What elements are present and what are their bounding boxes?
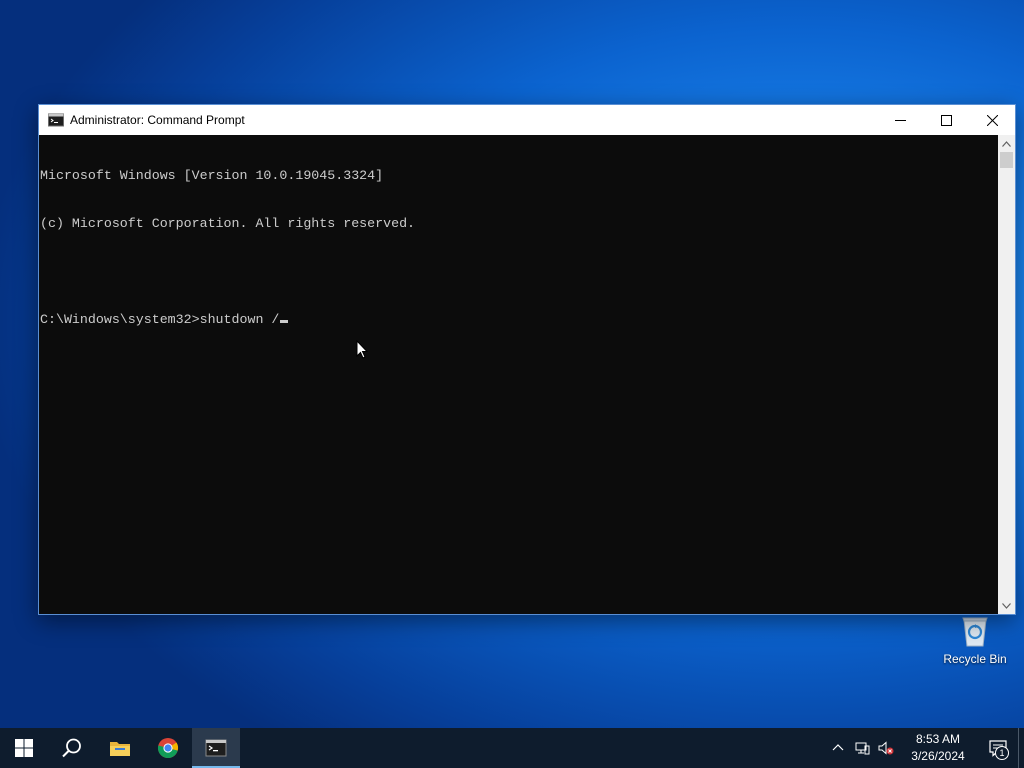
- clock-time: 8:53 AM: [915, 732, 961, 746]
- volume-muted-icon: [878, 741, 894, 755]
- console-line: Microsoft Windows [Version 10.0.19045.33…: [40, 168, 384, 183]
- maximize-icon: [940, 114, 952, 126]
- show-desktop-button[interactable]: [1018, 728, 1024, 768]
- cmd-icon: [48, 113, 64, 127]
- command-prompt-window[interactable]: Administrator: Command Prompt Microsoft …: [38, 104, 1016, 615]
- scroll-down-button[interactable]: [998, 597, 1015, 614]
- show-hidden-icons-button[interactable]: [826, 728, 850, 768]
- system-tray: 8:53 AM 3/26/2024 1: [826, 728, 1024, 768]
- scroll-thumb[interactable]: [1000, 152, 1013, 168]
- chevron-down-icon: [1002, 602, 1011, 609]
- minimize-icon: [894, 119, 906, 121]
- chrome-icon: [157, 738, 179, 759]
- action-center-button[interactable]: 1: [978, 728, 1018, 768]
- scroll-up-button[interactable]: [998, 135, 1015, 152]
- network-button[interactable]: [850, 728, 874, 768]
- chrome-button[interactable]: [144, 728, 192, 768]
- maximize-button[interactable]: [923, 105, 969, 135]
- folder-icon: [110, 742, 130, 756]
- console-line: (c) Microsoft Corporation. All rights re…: [40, 216, 416, 231]
- recycle-bin-label: Recycle Bin: [943, 652, 1007, 666]
- chevron-up-icon: [832, 744, 844, 751]
- text-cursor: [280, 320, 289, 323]
- minimize-button[interactable]: [877, 105, 923, 135]
- close-button[interactable]: [969, 105, 1015, 135]
- search-button[interactable]: [48, 728, 96, 768]
- mouse-pointer-icon: [356, 340, 368, 359]
- clock-date: 3/26/2024: [911, 749, 965, 763]
- vertical-scrollbar[interactable]: [998, 135, 1015, 614]
- recycle-bin-icon: [962, 617, 988, 647]
- taskbar: 8:53 AM 3/26/2024 1: [0, 728, 1024, 768]
- network-icon: [855, 742, 870, 755]
- console-prompt-text: C:\Windows\system32>shutdown /: [40, 312, 280, 327]
- file-explorer-button[interactable]: [96, 728, 144, 768]
- cmd-icon: [205, 739, 227, 757]
- volume-button[interactable]: [874, 728, 898, 768]
- window-title: Administrator: Command Prompt: [70, 113, 245, 127]
- window-titlebar[interactable]: Administrator: Command Prompt: [39, 105, 1015, 135]
- chevron-up-icon: [1002, 140, 1011, 147]
- close-icon: [986, 114, 998, 126]
- desktop-icon-recycle-bin[interactable]: Recycle Bin: [940, 610, 1010, 674]
- clock[interactable]: 8:53 AM 3/26/2024: [902, 728, 974, 768]
- command-prompt-taskbar-button[interactable]: [192, 728, 240, 768]
- console-prompt-line: C:\Windows\system32>shutdown /: [40, 312, 998, 328]
- notification-count-badge: 1: [995, 746, 1009, 760]
- windows-logo-icon: [15, 739, 33, 757]
- start-button[interactable]: [0, 728, 48, 768]
- console-output[interactable]: Microsoft Windows [Version 10.0.19045.33…: [39, 135, 998, 614]
- search-icon: [62, 738, 81, 758]
